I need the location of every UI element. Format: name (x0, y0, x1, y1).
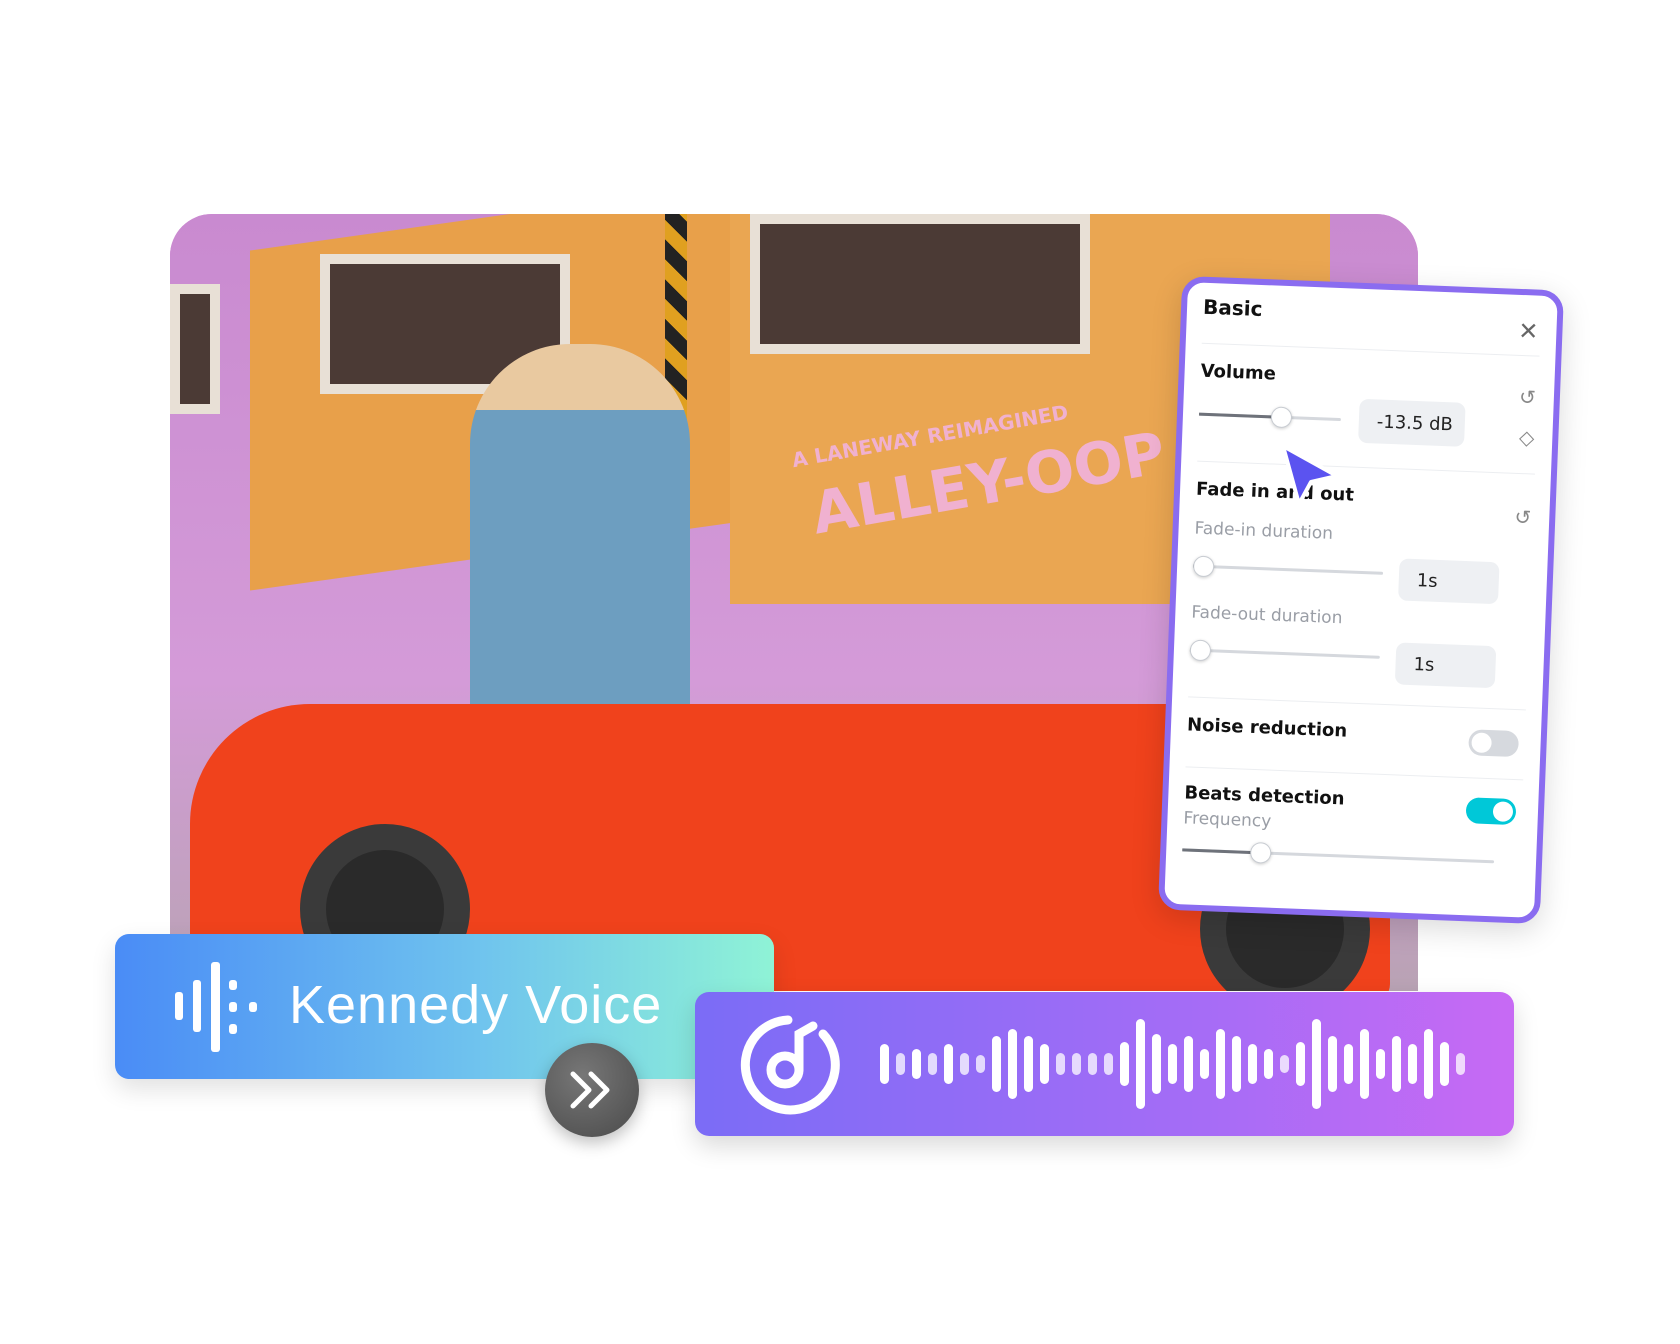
music-note-icon (740, 1015, 840, 1115)
waveform-bar (896, 1053, 905, 1075)
waveform-bar (976, 1055, 985, 1073)
waveform-bar (928, 1053, 937, 1075)
waveform-bar (1040, 1044, 1049, 1084)
waveform-bar (1344, 1044, 1353, 1084)
fade-out-value[interactable]: 1s (1394, 642, 1497, 689)
mouse-cursor-icon (1281, 444, 1339, 506)
waveform-bar (1232, 1036, 1241, 1092)
waveform-bar (1104, 1053, 1113, 1075)
waveform-bar (1296, 1042, 1305, 1086)
audio-track-banner (695, 992, 1514, 1136)
waveform-bar (1072, 1053, 1081, 1075)
waveform-bar (1136, 1019, 1145, 1109)
waveform-bar (1088, 1053, 1097, 1075)
voice-banner: Kennedy Voice (115, 934, 774, 1079)
fade-in-label: Fade-in duration (1194, 518, 1334, 544)
voice-name: Kennedy Voice (289, 975, 663, 1035)
close-icon[interactable]: ✕ (1518, 317, 1539, 346)
beats-detection-label: Beats detection (1184, 782, 1345, 810)
frequency-label: Frequency (1183, 808, 1272, 832)
waveform-bar (960, 1053, 969, 1075)
noise-reduction-label: Noise reduction (1186, 714, 1348, 742)
waveform-bar (912, 1049, 921, 1079)
voice-waveform-icon (175, 962, 257, 1052)
volume-value[interactable]: -13.5 dB (1358, 398, 1466, 447)
fade-out-label: Fade-out duration (1191, 602, 1343, 629)
waveform-bar (1152, 1034, 1161, 1094)
waveform-bar (1168, 1044, 1177, 1084)
waveform-bar (1184, 1036, 1193, 1092)
keyframe-diamond-icon[interactable]: ◇ (1519, 425, 1535, 450)
waveform-bar (1408, 1044, 1417, 1084)
double-chevron-right-icon (570, 1071, 610, 1109)
waveform-bar (1312, 1019, 1321, 1109)
waveform-bar (1120, 1042, 1129, 1086)
convert-button[interactable] (545, 1043, 639, 1137)
waveform-bar (1456, 1053, 1465, 1075)
fade-out-slider[interactable] (1189, 639, 1380, 662)
waveform-bar (1056, 1053, 1065, 1075)
waveform-bar (1024, 1036, 1033, 1092)
waveform-bar (1424, 1029, 1433, 1099)
waveform-bar (1216, 1029, 1225, 1099)
noise-reduction-toggle[interactable] (1468, 729, 1520, 758)
frequency-slider[interactable] (1182, 841, 1495, 864)
waveform-bar (880, 1044, 889, 1084)
waveform-bar (1280, 1055, 1289, 1073)
reset-icon[interactable]: ↺ (1519, 385, 1537, 410)
waveform-bar (992, 1036, 1001, 1092)
waveform-bar (1008, 1029, 1017, 1099)
waveform-bar (1440, 1042, 1449, 1086)
fade-in-value[interactable]: 1s (1398, 558, 1500, 605)
waveform-bar (1392, 1036, 1401, 1092)
waveform-bar (1376, 1049, 1385, 1079)
waveform-bar (1264, 1049, 1273, 1079)
waveform-bar (1200, 1049, 1209, 1079)
reset-icon[interactable]: ↺ (1514, 505, 1532, 530)
panel-title: Basic (1202, 294, 1263, 321)
waveform-bar (944, 1044, 953, 1084)
waveform-bar (1248, 1044, 1257, 1084)
waveform-bar (1360, 1029, 1369, 1099)
audio-settings-panel: Basic ✕ Volume ↺ -13.5 dB ◇ Fade in and … (1157, 275, 1565, 925)
beats-detection-toggle[interactable] (1465, 797, 1517, 826)
audio-waveform (880, 992, 1465, 1136)
volume-label: Volume (1200, 360, 1277, 385)
waveform-bar (1328, 1036, 1337, 1092)
volume-slider[interactable] (1198, 406, 1341, 429)
fade-in-slider[interactable] (1192, 555, 1384, 578)
